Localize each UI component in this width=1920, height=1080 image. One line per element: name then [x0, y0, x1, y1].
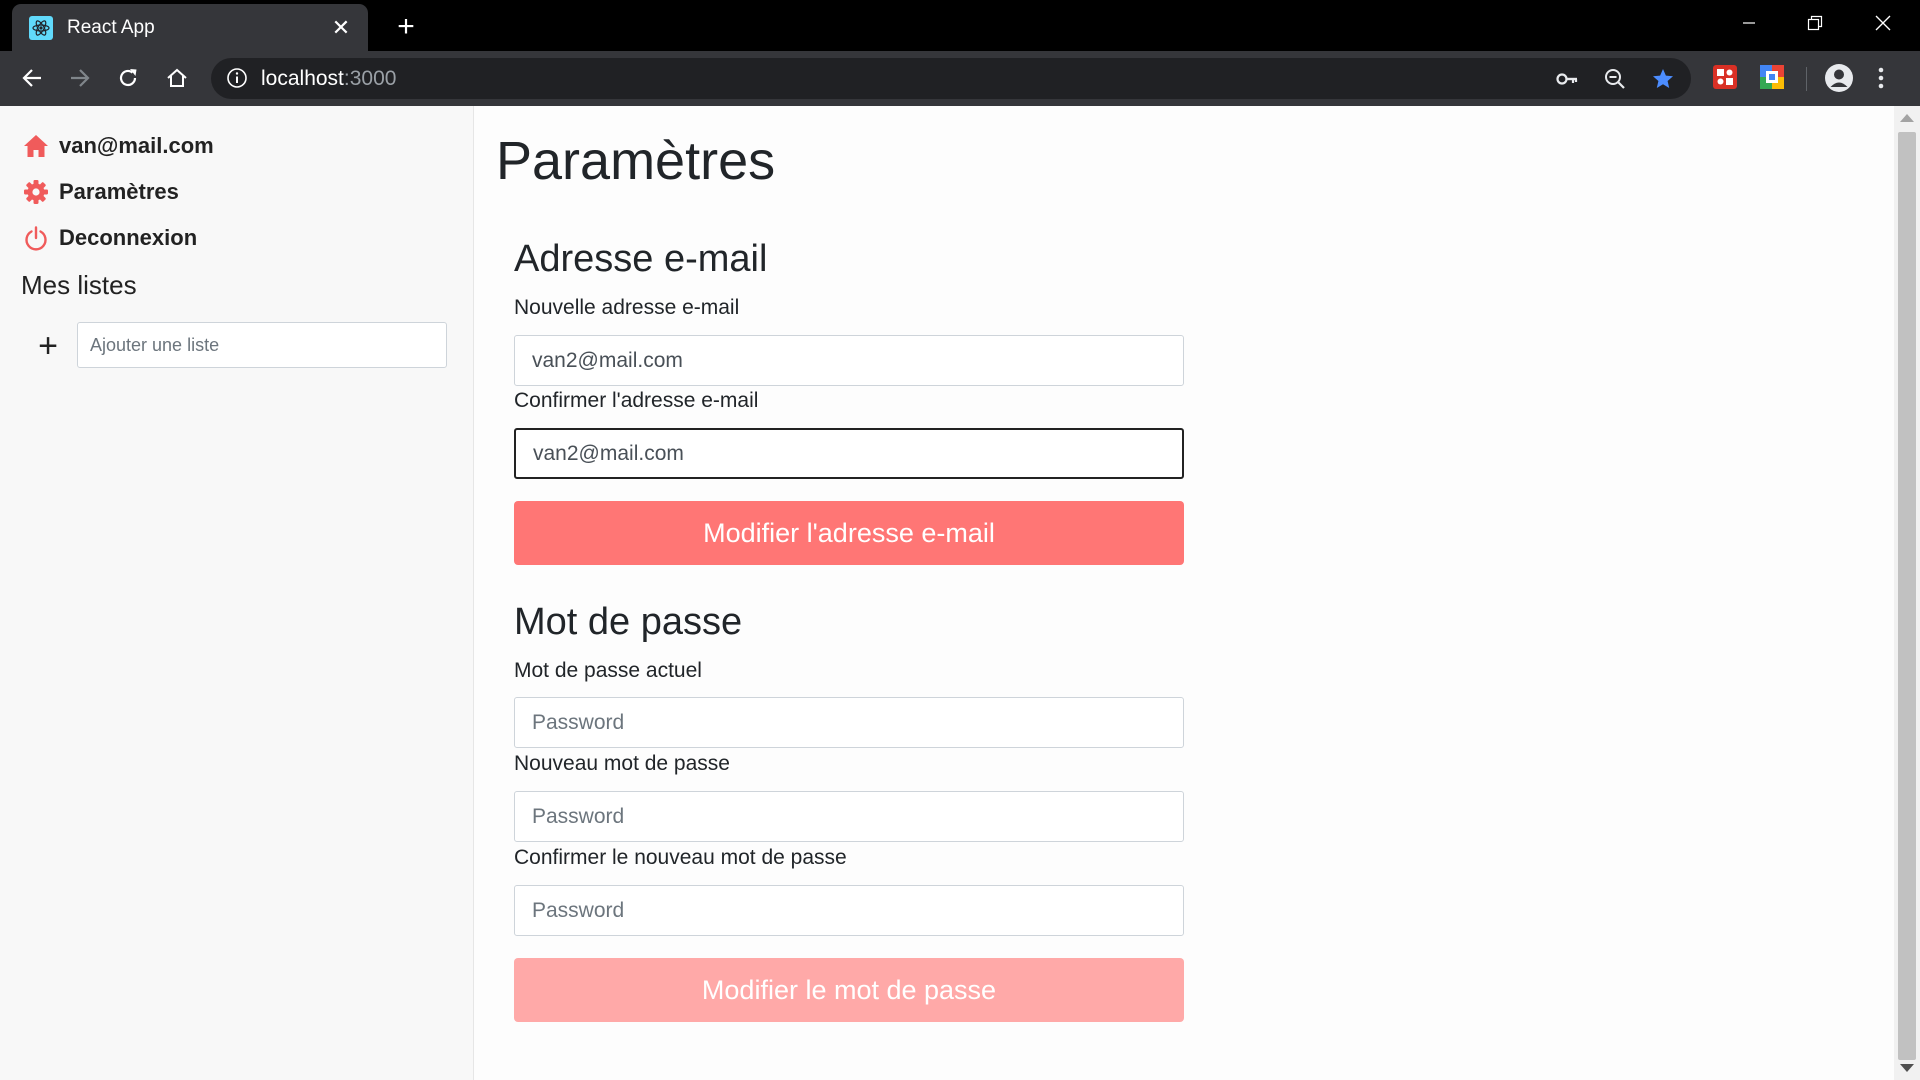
close-tab-icon[interactable]: ✕	[328, 15, 354, 41]
password-section-title: Mot de passe	[514, 601, 743, 643]
update-email-button[interactable]: Modifier l'adresse e-mail	[514, 501, 1184, 565]
browser-tab[interactable]: React App ✕	[12, 4, 368, 51]
url-host: localhost	[261, 67, 344, 90]
key-icon[interactable]	[1554, 66, 1580, 92]
scroll-down-arrow-icon[interactable]	[1900, 1064, 1914, 1072]
add-list-button[interactable]: +	[34, 329, 62, 363]
close-window-icon[interactable]	[1850, 4, 1916, 42]
browser-menu-icon[interactable]	[1876, 65, 1886, 91]
page-title: Paramètres	[496, 131, 776, 191]
update-password-button[interactable]: Modifier le mot de passe	[514, 958, 1184, 1022]
confirm-email-label: Confirmer l'adresse e-mail	[514, 389, 759, 412]
user-email: van@mail.com	[59, 133, 214, 158]
home-icon[interactable]	[159, 60, 195, 96]
tab-title: React App	[67, 16, 155, 38]
url-text[interactable]: localhost:3000	[261, 67, 396, 91]
reload-icon[interactable]	[110, 60, 146, 96]
toolbar-separator	[1806, 67, 1807, 91]
sidebar-item-logout[interactable]: Deconnexion	[23, 222, 197, 254]
url-port: :3000	[343, 67, 397, 90]
confirm-password-label: Confirmer le nouveau mot de passe	[514, 846, 847, 869]
extension-icon[interactable]	[1712, 64, 1738, 90]
sidebar-item-label: Paramètres	[59, 179, 179, 204]
sidebar-item-settings[interactable]: Paramètres	[23, 176, 179, 208]
profile-avatar-icon[interactable]	[1824, 63, 1854, 93]
confirm-email-field[interactable]	[514, 428, 1184, 479]
bookmark-star-icon[interactable]	[1650, 66, 1676, 92]
gear-icon	[23, 179, 49, 205]
scrollbar-thumb[interactable]	[1898, 132, 1916, 1060]
react-logo-icon	[29, 15, 53, 40]
scrollbar[interactable]	[1894, 106, 1920, 1080]
new-email-label: Nouvelle adresse e-mail	[514, 296, 740, 319]
current-password-field[interactable]	[514, 697, 1184, 748]
new-password-label: Nouveau mot de passe	[514, 752, 730, 775]
minimize-window-icon[interactable]	[1716, 4, 1782, 42]
home-icon	[23, 133, 49, 159]
sidebar-item-home[interactable]: van@mail.com	[23, 130, 214, 162]
page: van@mail.com Paramètres Deconnexion Mes …	[0, 106, 1920, 1080]
scroll-up-arrow-icon[interactable]	[1900, 114, 1914, 122]
new-tab-button[interactable]: +	[390, 12, 422, 44]
forward-arrow-icon[interactable]	[62, 60, 98, 96]
site-info-icon[interactable]	[226, 67, 248, 89]
address-bar[interactable]: localhost:3000	[211, 58, 1691, 99]
power-icon	[23, 225, 49, 251]
current-password-label: Mot de passe actuel	[514, 659, 702, 682]
email-section-title: Adresse e-mail	[514, 238, 768, 280]
new-email-field[interactable]	[514, 335, 1184, 386]
zoom-out-icon[interactable]	[1602, 66, 1628, 92]
restore-window-icon[interactable]	[1782, 4, 1848, 42]
google-extension-icon[interactable]	[1759, 64, 1785, 90]
browser-tab-bar: React App ✕ +	[0, 0, 1920, 51]
back-arrow-icon[interactable]	[14, 60, 50, 96]
confirm-password-field[interactable]	[514, 885, 1184, 936]
main-content: Paramètres Adresse e-mail Nouvelle adres…	[474, 106, 1894, 1080]
browser-toolbar: localhost:3000	[0, 51, 1920, 106]
sidebar: van@mail.com Paramètres Deconnexion Mes …	[0, 106, 474, 1080]
new-password-field[interactable]	[514, 791, 1184, 842]
lists-heading: Mes listes	[21, 270, 137, 300]
sidebar-item-label: Deconnexion	[59, 225, 198, 250]
add-list-input[interactable]	[77, 322, 447, 368]
